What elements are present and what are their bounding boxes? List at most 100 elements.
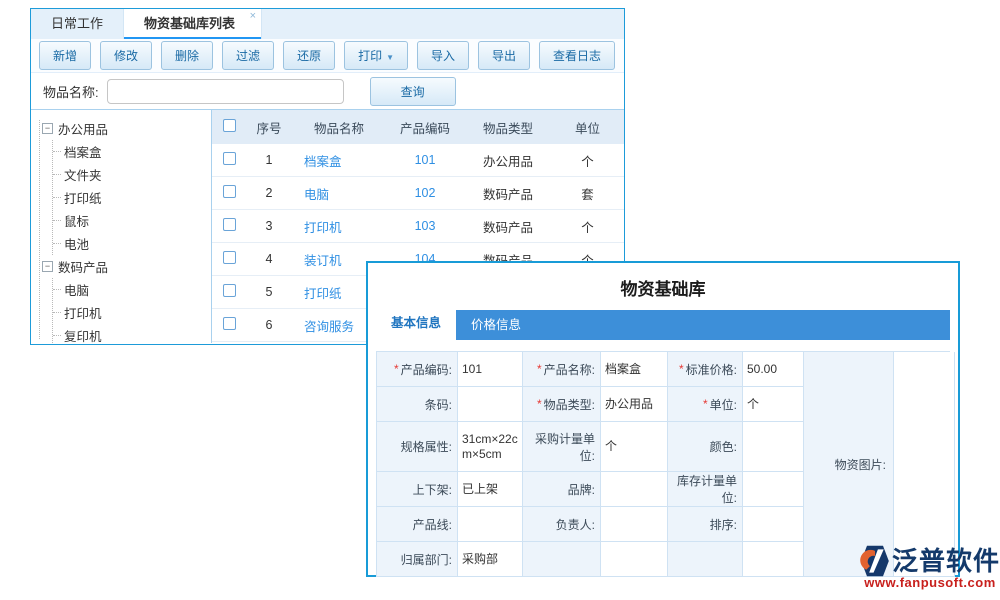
tree-node-archive-box[interactable]: 档案盒: [53, 140, 211, 163]
tree-children-office: 档案盒 文件夹 打印纸 鼠标 电池: [52, 140, 211, 255]
edit-button[interactable]: 修改: [100, 41, 152, 70]
view-log-button[interactable]: 查看日志: [539, 41, 615, 70]
department-field[interactable]: 采购部: [458, 542, 523, 577]
tab-daily-work[interactable]: 日常工作: [31, 9, 123, 39]
purchase-unit-field[interactable]: 个: [601, 422, 668, 472]
product-name-field[interactable]: 档案盒: [601, 352, 668, 387]
tree-node-label: 打印纸: [64, 188, 102, 207]
toolbar: 新增 修改 删除 过滤 还原 打印▼ 导入 导出 查看日志: [31, 39, 624, 73]
field-label: 产品编码:: [401, 361, 452, 378]
tree-node-computer[interactable]: 电脑: [53, 278, 211, 301]
stock-unit-field[interactable]: [743, 472, 804, 507]
tree-node-folder[interactable]: 文件夹: [53, 163, 211, 186]
row-checkbox[interactable]: [223, 284, 236, 297]
color-field[interactable]: [743, 422, 804, 472]
tree-node-copier[interactable]: 复印机: [53, 324, 211, 343]
delete-button[interactable]: 删除: [161, 41, 213, 70]
item-name-link[interactable]: 电脑: [292, 184, 386, 203]
tree-node-label: 鼠标: [64, 211, 89, 230]
restore-button[interactable]: 还原: [283, 41, 335, 70]
product-code-link[interactable]: 101: [386, 153, 464, 167]
row-checkbox[interactable]: [223, 185, 236, 198]
owner-field[interactable]: [601, 507, 668, 542]
brand-label: * 品牌:: [523, 472, 601, 507]
row-checkbox[interactable]: [223, 152, 236, 165]
collapse-icon[interactable]: −: [42, 123, 53, 134]
tree-node-digital-products[interactable]: − 数码产品: [38, 255, 211, 278]
vendor-logo: 泛普软件 www.fanpusoft.com: [860, 545, 1000, 590]
tab-basic-info[interactable]: 基本信息: [376, 307, 456, 340]
product-code-link[interactable]: 102: [386, 186, 464, 200]
sort-field[interactable]: [743, 507, 804, 542]
item-name-link[interactable]: 档案盒: [292, 151, 386, 170]
item-type-field[interactable]: 办公用品: [601, 387, 668, 422]
table-row: 2 电脑 102 数码产品 套: [212, 177, 624, 210]
field-label: 负责人:: [556, 516, 595, 533]
field-label: 颜色:: [710, 438, 737, 455]
unit-field[interactable]: 个: [743, 387, 804, 422]
export-button[interactable]: 导出: [478, 41, 530, 70]
item-name-input[interactable]: [107, 79, 344, 104]
row-checkbox[interactable]: [223, 218, 236, 231]
item-type-label: * 物品类型:: [523, 387, 601, 422]
shelf-status-field[interactable]: 已上架: [458, 472, 523, 507]
brand-field[interactable]: [601, 472, 668, 507]
row-no: 6: [246, 318, 292, 332]
field-label: 库存计量单位:: [670, 472, 737, 506]
standard-price-field[interactable]: 50.00: [743, 352, 804, 387]
tree-node-mouse[interactable]: 鼠标: [53, 209, 211, 232]
field-label: 条码:: [425, 396, 452, 413]
required-asterisk: *: [703, 397, 708, 411]
field-label: 标准价格:: [686, 361, 737, 378]
item-type: 数码产品: [464, 184, 552, 203]
unit: 个: [552, 151, 623, 170]
spec-label: * 规格属性:: [377, 422, 458, 472]
field-label: 规格属性:: [401, 438, 452, 455]
material-image-field[interactable]: [894, 352, 955, 577]
unit: 个: [552, 217, 623, 236]
add-button[interactable]: 新增: [39, 41, 91, 70]
purchase-unit-label: * 采购计量单位:: [523, 422, 601, 472]
tree-node-battery[interactable]: 电池: [53, 232, 211, 255]
collapse-icon[interactable]: −: [42, 261, 53, 272]
tree-node-printer[interactable]: 打印机: [53, 301, 211, 324]
select-all-checkbox[interactable]: [223, 119, 236, 132]
tree-connector-line: [39, 120, 40, 339]
filter-button[interactable]: 过滤: [222, 41, 274, 70]
field-label: 产品名称:: [544, 361, 595, 378]
tree-node-print-paper[interactable]: 打印纸: [53, 186, 211, 209]
close-icon[interactable]: ×: [250, 10, 256, 22]
tree-node-label: 档案盒: [64, 142, 102, 161]
import-button[interactable]: 导入: [417, 41, 469, 70]
tree-node-office-supplies[interactable]: − 办公用品: [38, 117, 211, 140]
vendor-url: www.fanpusoft.com: [860, 575, 1000, 590]
tree-node-label: 电脑: [64, 280, 89, 299]
row-checkbox[interactable]: [223, 251, 236, 264]
field-label: 上下架:: [413, 481, 452, 498]
row-checkbox[interactable]: [223, 317, 236, 330]
field-label: 归属部门:: [401, 551, 452, 568]
product-code-link[interactable]: 103: [386, 219, 464, 233]
tree-dash: [53, 197, 61, 198]
tree-node-label: 电池: [64, 234, 89, 253]
print-button-label: 打印: [358, 49, 382, 63]
standard-price-label: * 标准价格:: [668, 352, 743, 387]
product-line-field[interactable]: [458, 507, 523, 542]
tab-material-list-label: 物资基础库列表: [144, 16, 235, 31]
item-name-link[interactable]: 打印机: [292, 217, 386, 236]
field-label: 采购计量单位:: [525, 430, 595, 464]
barcode-field[interactable]: [458, 387, 523, 422]
tab-price-info[interactable]: 价格信息: [456, 310, 536, 340]
empty-label-cell: [668, 542, 743, 577]
col-unit: 单位: [552, 118, 623, 137]
item-type: 数码产品: [464, 217, 552, 236]
col-no: 序号: [246, 118, 292, 137]
query-button[interactable]: 查询: [370, 77, 456, 106]
fanpu-logo-icon: [860, 545, 890, 577]
tab-material-list[interactable]: 物资基础库列表 ×: [123, 9, 262, 39]
spec-field[interactable]: 31cm×22cm×5cm: [458, 422, 523, 472]
empty-value-cell: [743, 542, 804, 577]
print-button[interactable]: 打印▼: [344, 41, 408, 70]
category-tree: − 办公用品 档案盒 文件夹 打印纸 鼠标 电池: [31, 110, 212, 343]
product-code-field[interactable]: 101: [458, 352, 523, 387]
